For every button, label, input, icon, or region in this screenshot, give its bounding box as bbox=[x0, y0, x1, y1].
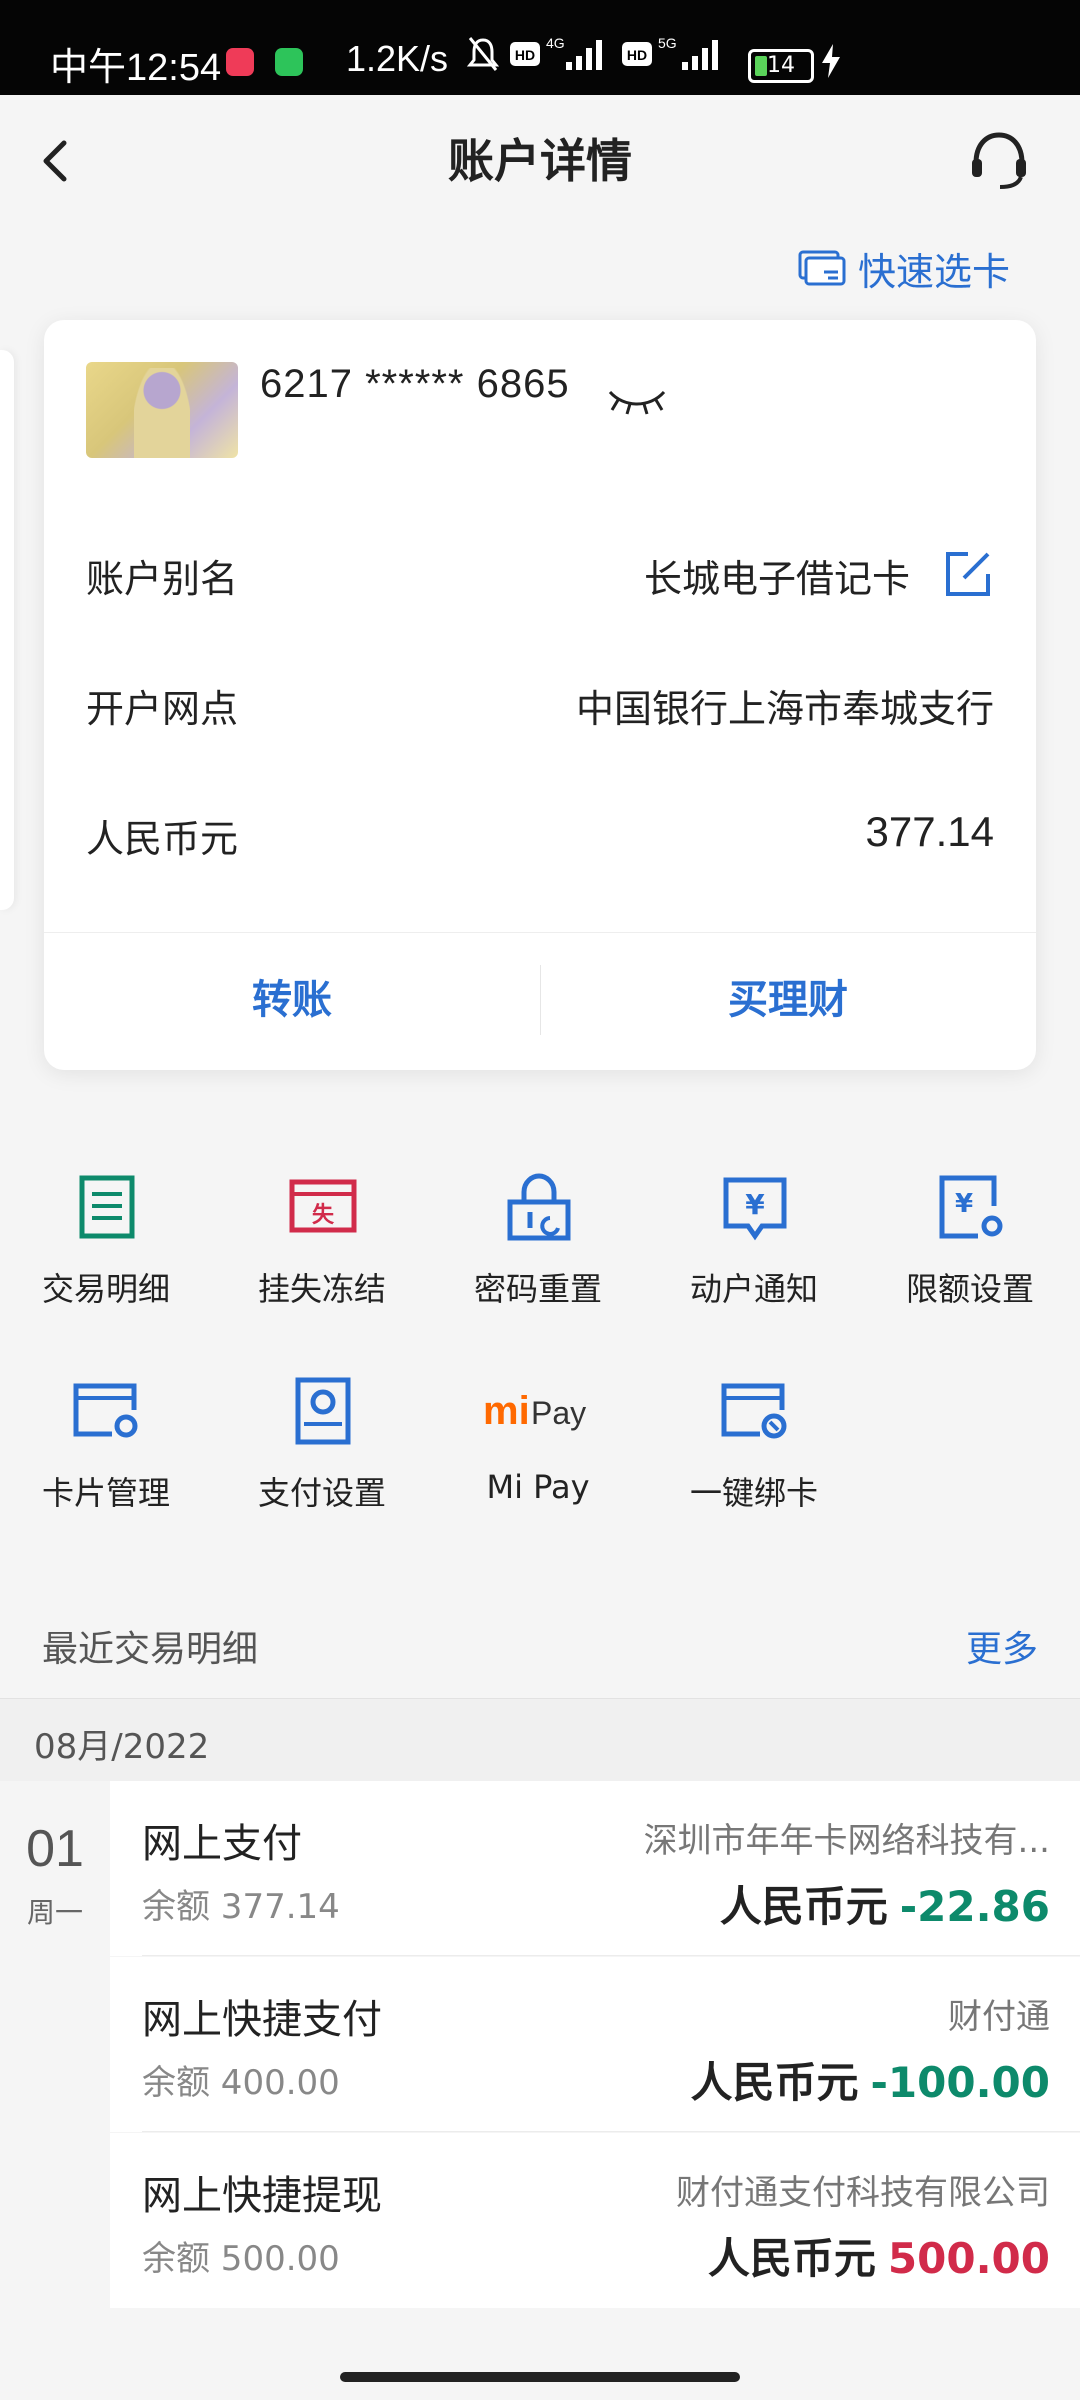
svg-text:mi: mi bbox=[483, 1389, 530, 1433]
edit-alias-icon[interactable] bbox=[942, 548, 994, 600]
mi-pay-icon: mi Pay bbox=[483, 1389, 586, 1433]
service-limit-settings[interactable]: ¥ 限额设置 bbox=[870, 1172, 1070, 1322]
card-number: 6217 ****** 6865 bbox=[260, 362, 570, 406]
card-divider bbox=[44, 932, 1036, 933]
service-label: Mi Pay bbox=[486, 1468, 590, 1506]
lock-reset-icon bbox=[507, 1173, 571, 1241]
svg-text:HD: HD bbox=[515, 47, 535, 63]
svg-text:¥: ¥ bbox=[745, 1188, 765, 1221]
recent-transactions-title: 最近交易明细 bbox=[42, 1629, 259, 1670]
alias-label: 账户别名 bbox=[86, 557, 239, 601]
page-title: 账户详情 bbox=[448, 134, 632, 188]
card-face-image bbox=[86, 362, 238, 458]
svg-text:4G: 4G bbox=[546, 35, 565, 51]
yen-notice-icon: ¥ bbox=[723, 1177, 787, 1241]
quick-select-label: 快速选卡 bbox=[858, 249, 1011, 294]
transaction-counterparty: 财付通 bbox=[948, 1997, 1050, 2037]
transaction-name: 网上快捷提现 bbox=[142, 2173, 382, 2219]
day-column: 01 周一 bbox=[0, 1781, 110, 2309]
service-label: 密码重置 bbox=[473, 1270, 602, 1308]
quick-select-card-button[interactable]: 快速选卡 bbox=[798, 238, 1010, 298]
svg-text:5G: 5G bbox=[658, 35, 677, 51]
card-switch-icon bbox=[798, 250, 846, 286]
lost-report-icon: 失 bbox=[289, 1179, 357, 1233]
transaction-balance: 余额 377.14 bbox=[142, 1887, 340, 1927]
account-card: 6217 ****** 6865 账户别名 长城电子借记卡 开户网点 中国银行上… bbox=[44, 320, 1036, 1070]
transaction-name: 网上快捷支付 bbox=[142, 1997, 382, 2043]
transaction-balance: 余额 500.00 bbox=[142, 2239, 340, 2279]
service-account-notice[interactable]: ¥ 动户通知 bbox=[654, 1172, 854, 1322]
weekday-label: 周一 bbox=[26, 1896, 83, 1929]
month-label: 08月/2022 bbox=[34, 1727, 210, 1767]
service-label: 交易明细 bbox=[41, 1270, 170, 1308]
transaction-row[interactable]: 网上快捷提现 余额 500.00 财付通支付科技有限公司 人民币元 500.00 bbox=[110, 2133, 1080, 2308]
transaction-amount: 人民币元 500.00 bbox=[707, 2234, 1050, 2283]
month-header: 08月/2022 bbox=[0, 1698, 1080, 1782]
more-link[interactable]: 更多 bbox=[966, 1620, 1038, 1672]
signal-4g-icon: HD 4G bbox=[510, 35, 602, 70]
svg-text:¥: ¥ bbox=[955, 1189, 973, 1219]
transaction-balance: 余额 400.00 bbox=[142, 2063, 340, 2103]
transaction-row[interactable]: 网上支付 余额 377.14 深圳市年年卡网络科技有... 人民币元 -22.86 bbox=[110, 1781, 1080, 1956]
branch-value: 中国银行上海市奉城支行 bbox=[575, 687, 994, 731]
card-settings-icon bbox=[73, 1383, 138, 1438]
charging-icon bbox=[822, 44, 840, 78]
previous-card-peek[interactable] bbox=[0, 350, 14, 910]
service-one-click-bind[interactable]: 一键绑卡 bbox=[654, 1376, 854, 1526]
transaction-counterparty: 财付通支付科技有限公司 bbox=[676, 2173, 1050, 2213]
branch-row: 开户网点 中国银行上海市奉城支行 bbox=[86, 660, 994, 740]
customer-service-icon[interactable] bbox=[966, 127, 1032, 193]
service-label: 一键绑卡 bbox=[689, 1474, 818, 1512]
service-mi-pay[interactable]: mi Pay Mi Pay bbox=[438, 1376, 638, 1526]
currency-label: 人民币元 bbox=[86, 817, 239, 861]
ledger-icon bbox=[79, 1175, 135, 1239]
network-speed: 1.2K/s bbox=[346, 38, 449, 79]
service-payment-settings[interactable]: 支付设置 bbox=[222, 1376, 422, 1526]
bottom-area bbox=[0, 2309, 1080, 2400]
balance-value: 377.14 bbox=[865, 808, 994, 855]
transaction-counterparty: 深圳市年年卡网络科技有... bbox=[643, 1821, 1050, 1861]
service-card-management[interactable]: 卡片管理 bbox=[6, 1376, 206, 1526]
balance-row: 人民币元 377.14 bbox=[86, 790, 994, 870]
service-report-lost[interactable]: 失 挂失冻结 bbox=[222, 1172, 422, 1322]
status-time: 中午12:54 bbox=[50, 47, 222, 89]
transaction-amount: 人民币元 -22.86 bbox=[719, 1882, 1050, 1931]
wechat-notification-icon bbox=[275, 48, 303, 76]
day-number: 01 bbox=[26, 1820, 84, 1878]
transaction-row[interactable]: 网上快捷支付 余额 400.00 财付通 人民币元 -100.00 bbox=[110, 1957, 1080, 2132]
signal-5g-icon: HD 5G bbox=[622, 35, 718, 70]
branch-label: 开户网点 bbox=[86, 687, 239, 731]
bind-card-icon bbox=[721, 1383, 787, 1439]
battery-icon: 14 bbox=[748, 49, 814, 83]
mute-bell-icon bbox=[466, 37, 500, 71]
payment-settings-icon bbox=[295, 1377, 351, 1445]
transaction-amount: 人民币元 -100.00 bbox=[690, 2058, 1050, 2107]
hide-eye-icon[interactable] bbox=[604, 378, 670, 418]
svg-text:Pay: Pay bbox=[531, 1395, 586, 1431]
home-indicator[interactable] bbox=[340, 2372, 740, 2382]
alias-row: 账户别名 长城电子借记卡 bbox=[86, 530, 994, 610]
service-label: 动户通知 bbox=[689, 1270, 818, 1308]
transaction-name: 网上支付 bbox=[142, 1821, 302, 1867]
status-bar: 中午12:54 1.2K/s HD 4G HD 5G 14 bbox=[0, 0, 1080, 95]
transfer-button[interactable]: 转账 bbox=[44, 960, 540, 1040]
notification-app-icon bbox=[226, 48, 254, 76]
service-label: 支付设置 bbox=[257, 1474, 386, 1512]
service-transaction-detail[interactable]: 交易明细 bbox=[6, 1172, 206, 1322]
service-label: 卡片管理 bbox=[41, 1474, 170, 1512]
buy-wealth-button[interactable]: 买理财 bbox=[540, 960, 1036, 1040]
app-header: 账户详情 bbox=[0, 95, 1080, 225]
alias-value: 长城电子借记卡 bbox=[643, 557, 910, 601]
svg-text:HD: HD bbox=[627, 47, 647, 63]
service-label: 限额设置 bbox=[905, 1270, 1034, 1308]
service-label: 挂失冻结 bbox=[257, 1270, 386, 1308]
yen-settings-icon: ¥ bbox=[939, 1175, 1003, 1239]
service-password-reset[interactable]: 密码重置 bbox=[438, 1172, 638, 1322]
svg-text:失: 失 bbox=[312, 1203, 335, 1228]
